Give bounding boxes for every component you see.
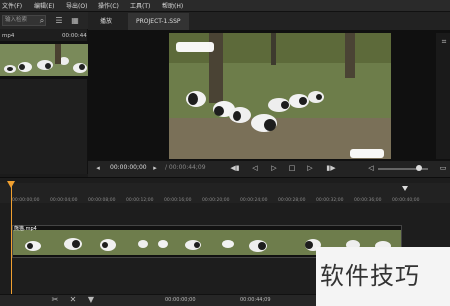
menu-edit[interactable]: 编辑(E) bbox=[34, 1, 54, 10]
bottom-timecode-right[interactable]: 00:00:44;09 bbox=[240, 297, 271, 303]
stop-icon[interactable]: □ bbox=[287, 163, 297, 173]
tick-label: 00:00:00;00 bbox=[12, 198, 40, 203]
marker-icon[interactable]: ▼ bbox=[86, 295, 96, 305]
tick-label: 00:00:36;00 bbox=[354, 198, 382, 203]
tick-label: 00:00:40;00 bbox=[392, 198, 420, 203]
thumbnail-image bbox=[0, 41, 88, 79]
prev-frame-icon[interactable]: ◂ bbox=[93, 163, 103, 173]
step-back-icon[interactable]: ◀▮ bbox=[230, 163, 240, 173]
tick-label: 00:00:20;00 bbox=[202, 198, 230, 203]
clip-name: mp4 bbox=[2, 33, 15, 39]
tick-label: 00:00:28;00 bbox=[278, 198, 306, 203]
right-toolbar bbox=[436, 33, 450, 159]
current-timecode[interactable]: 00:00:00;00 bbox=[110, 164, 147, 171]
crop-icon[interactable]: ⌗ bbox=[439, 37, 449, 47]
search-icon[interactable]: ⌕ bbox=[37, 16, 47, 26]
step-forward-icon[interactable]: ▮▶ bbox=[326, 163, 336, 173]
track-clip-label: 熊猫.mp4 bbox=[14, 226, 37, 232]
list-view-icon[interactable]: ☰ bbox=[54, 16, 64, 26]
end-marker[interactable] bbox=[402, 186, 408, 191]
split-icon[interactable]: ✂ bbox=[50, 295, 60, 305]
tick-label: 00:00:04;00 bbox=[50, 198, 78, 203]
tick-label: 00:00:24;00 bbox=[240, 198, 268, 203]
bottom-timecode-left[interactable]: 00:00:00;00 bbox=[165, 297, 196, 303]
menu-tools[interactable]: 工具(T) bbox=[130, 1, 150, 10]
delete-icon[interactable]: ✕ bbox=[68, 295, 78, 305]
watermark-text: 软件技巧 bbox=[320, 262, 420, 290]
tab-project[interactable]: PROJECT-1.SSP bbox=[128, 13, 189, 30]
total-duration: / 00:00:44;09 bbox=[165, 164, 206, 171]
menu-operate[interactable]: 操作(C) bbox=[98, 1, 119, 10]
clip-thumbnail[interactable] bbox=[0, 41, 88, 79]
clip-duration: 00:00:44 bbox=[62, 33, 87, 39]
volume-icon[interactable]: ◁ bbox=[366, 163, 376, 173]
tick-label: 00:00:16;00 bbox=[164, 198, 192, 203]
grid-view-icon[interactable]: ▦ bbox=[70, 16, 80, 26]
tick-label: 00:00:32;00 bbox=[316, 198, 344, 203]
tick-label: 00:00:12;00 bbox=[126, 198, 154, 203]
folder-icon[interactable]: ▭ bbox=[438, 163, 448, 173]
menu-help[interactable]: 帮助(H) bbox=[162, 1, 183, 10]
rewind-icon[interactable]: ◁ bbox=[250, 163, 260, 173]
redaction-mark bbox=[176, 42, 214, 52]
tab-media[interactable]: 播放 bbox=[92, 13, 120, 30]
playhead-line[interactable] bbox=[11, 184, 12, 294]
redaction-mark bbox=[350, 149, 384, 158]
forward-icon[interactable]: ▷ bbox=[305, 163, 315, 173]
tick-label: 00:00:08;00 bbox=[88, 198, 116, 203]
volume-knob[interactable] bbox=[416, 165, 422, 171]
next-frame-icon[interactable]: ▸ bbox=[150, 163, 160, 173]
play-icon[interactable]: ▷ bbox=[269, 163, 279, 173]
menu-export[interactable]: 导出(O) bbox=[66, 1, 87, 10]
playhead-marker[interactable] bbox=[7, 181, 15, 188]
menu-file[interactable]: 文件(F) bbox=[2, 1, 22, 10]
